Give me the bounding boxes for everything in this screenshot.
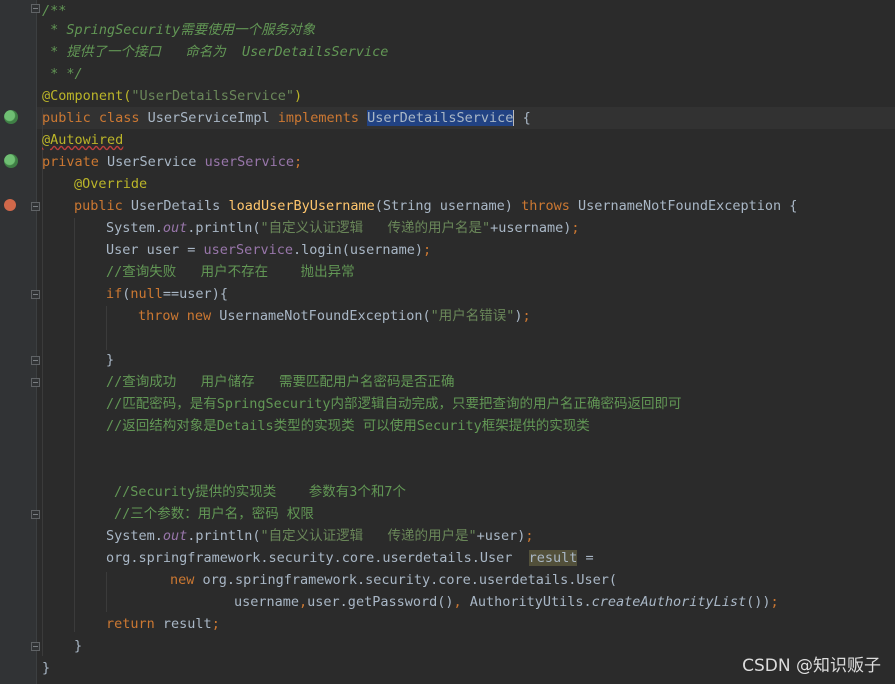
indent-guide <box>74 218 75 632</box>
code-line: username,user.getPassword(), AuthorityUt… <box>234 594 779 610</box>
code-line: public UserDetails loadUserByUsername(St… <box>74 198 798 214</box>
csdn-watermark: CSDN @知识贩子 <box>742 656 881 676</box>
code-line: new org.springframework.security.core.us… <box>170 572 618 588</box>
selected-interface-name: UserDetailsService <box>367 110 514 126</box>
code-line: //查询失败 用户不存在 抛出异常 <box>106 264 355 280</box>
code-line: return result; <box>106 616 220 632</box>
editor-gutter <box>0 0 36 684</box>
code-line: System.out.println("自定义认证逻辑 传递的用户名是"+use… <box>106 220 580 236</box>
code-line: org.springframework.security.core.userde… <box>106 550 594 566</box>
fold-marker[interactable] <box>31 4 40 13</box>
indent-guide <box>106 306 107 350</box>
indent-guide <box>42 108 43 656</box>
code-line: public class UserServiceImpl implements … <box>42 110 531 126</box>
code-line: //匹配密码，是有SpringSecurity内部逻辑自动完成，只要把查询的用户… <box>106 396 682 412</box>
code-line: throw new UsernameNotFoundException("用户名… <box>138 308 531 324</box>
gutter-divider <box>36 0 37 684</box>
code-line: @Autowired <box>42 132 124 148</box>
code-line: //查询成功 用户储存 需要匹配用户名密码是否正确 <box>106 374 455 390</box>
fold-marker[interactable] <box>31 356 40 365</box>
code-line: } <box>74 638 83 654</box>
fold-marker[interactable] <box>31 510 40 519</box>
fold-marker[interactable] <box>31 642 40 651</box>
code-line: @Override <box>74 176 148 192</box>
code-line: //Security提供的实现类 参数有3个和7个 <box>114 484 407 500</box>
code-line: if(null==user){ <box>106 286 228 302</box>
code-line: } <box>42 660 51 676</box>
code-line: * */ <box>42 66 83 82</box>
code-line: //返回结构对象是Details类型的实现类 可以使用Security框架提供的… <box>106 418 590 434</box>
indent-guide <box>106 572 107 612</box>
fold-marker[interactable] <box>31 202 40 211</box>
fold-marker[interactable] <box>31 378 40 387</box>
override-method-icon[interactable] <box>4 199 16 211</box>
code-line: } <box>106 352 115 368</box>
code-line: * 提供了一个接口 命名为 UserDetailsService <box>42 44 389 60</box>
code-line: //三个参数：用户名，密码 权限 <box>114 506 314 522</box>
spring-bean-icon[interactable] <box>4 110 18 124</box>
code-line: * SpringSecurity需要使用一个服务对象 <box>42 22 316 38</box>
code-line: @Component("UserDetailsService") <box>42 88 303 104</box>
code-line: private UserService userService; <box>42 154 303 170</box>
autowired-bean-icon[interactable] <box>4 154 18 168</box>
code-line: System.out.println("自定义认证逻辑 传递的用户是"+user… <box>106 528 534 544</box>
fold-marker[interactable] <box>31 290 40 299</box>
code-line: User user = userService.login(username); <box>106 242 432 258</box>
